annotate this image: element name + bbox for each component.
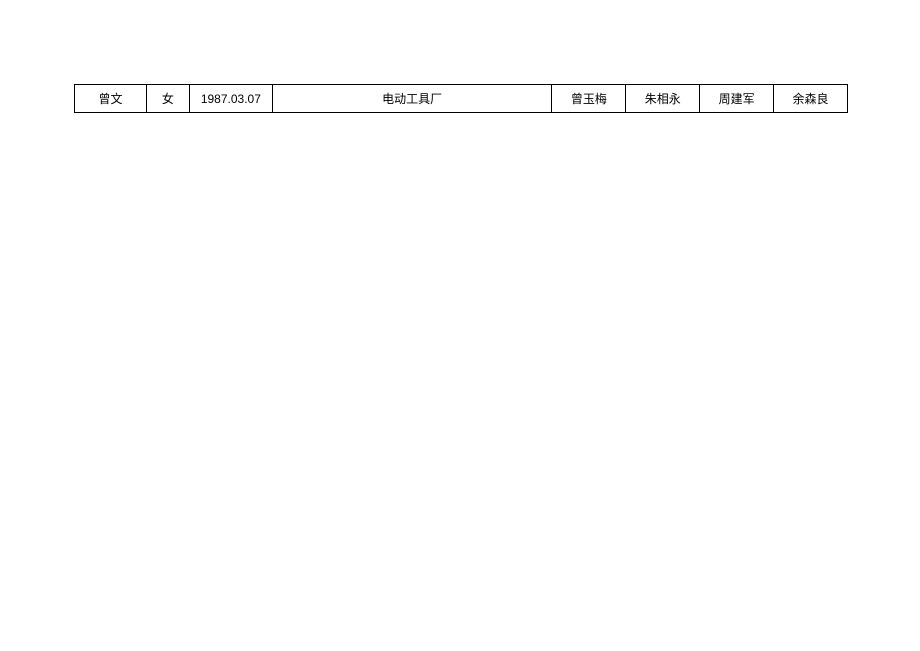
cell-person3: 周建军 <box>700 85 774 113</box>
cell-person2: 朱相永 <box>626 85 700 113</box>
cell-gender: 女 <box>146 85 189 113</box>
cell-person4: 余森良 <box>774 85 848 113</box>
cell-name: 曾文 <box>75 85 147 113</box>
table-row: 曾文 女 1987.03.07 电动工具厂 曾玉梅 朱相永 周建军 余森良 <box>75 85 848 113</box>
data-table-container: 曾文 女 1987.03.07 电动工具厂 曾玉梅 朱相永 周建军 余森良 <box>74 84 848 113</box>
cell-date: 1987.03.07 <box>189 85 272 113</box>
cell-workplace: 电动工具厂 <box>272 85 552 113</box>
data-table: 曾文 女 1987.03.07 电动工具厂 曾玉梅 朱相永 周建军 余森良 <box>74 84 848 113</box>
cell-person1: 曾玉梅 <box>552 85 626 113</box>
